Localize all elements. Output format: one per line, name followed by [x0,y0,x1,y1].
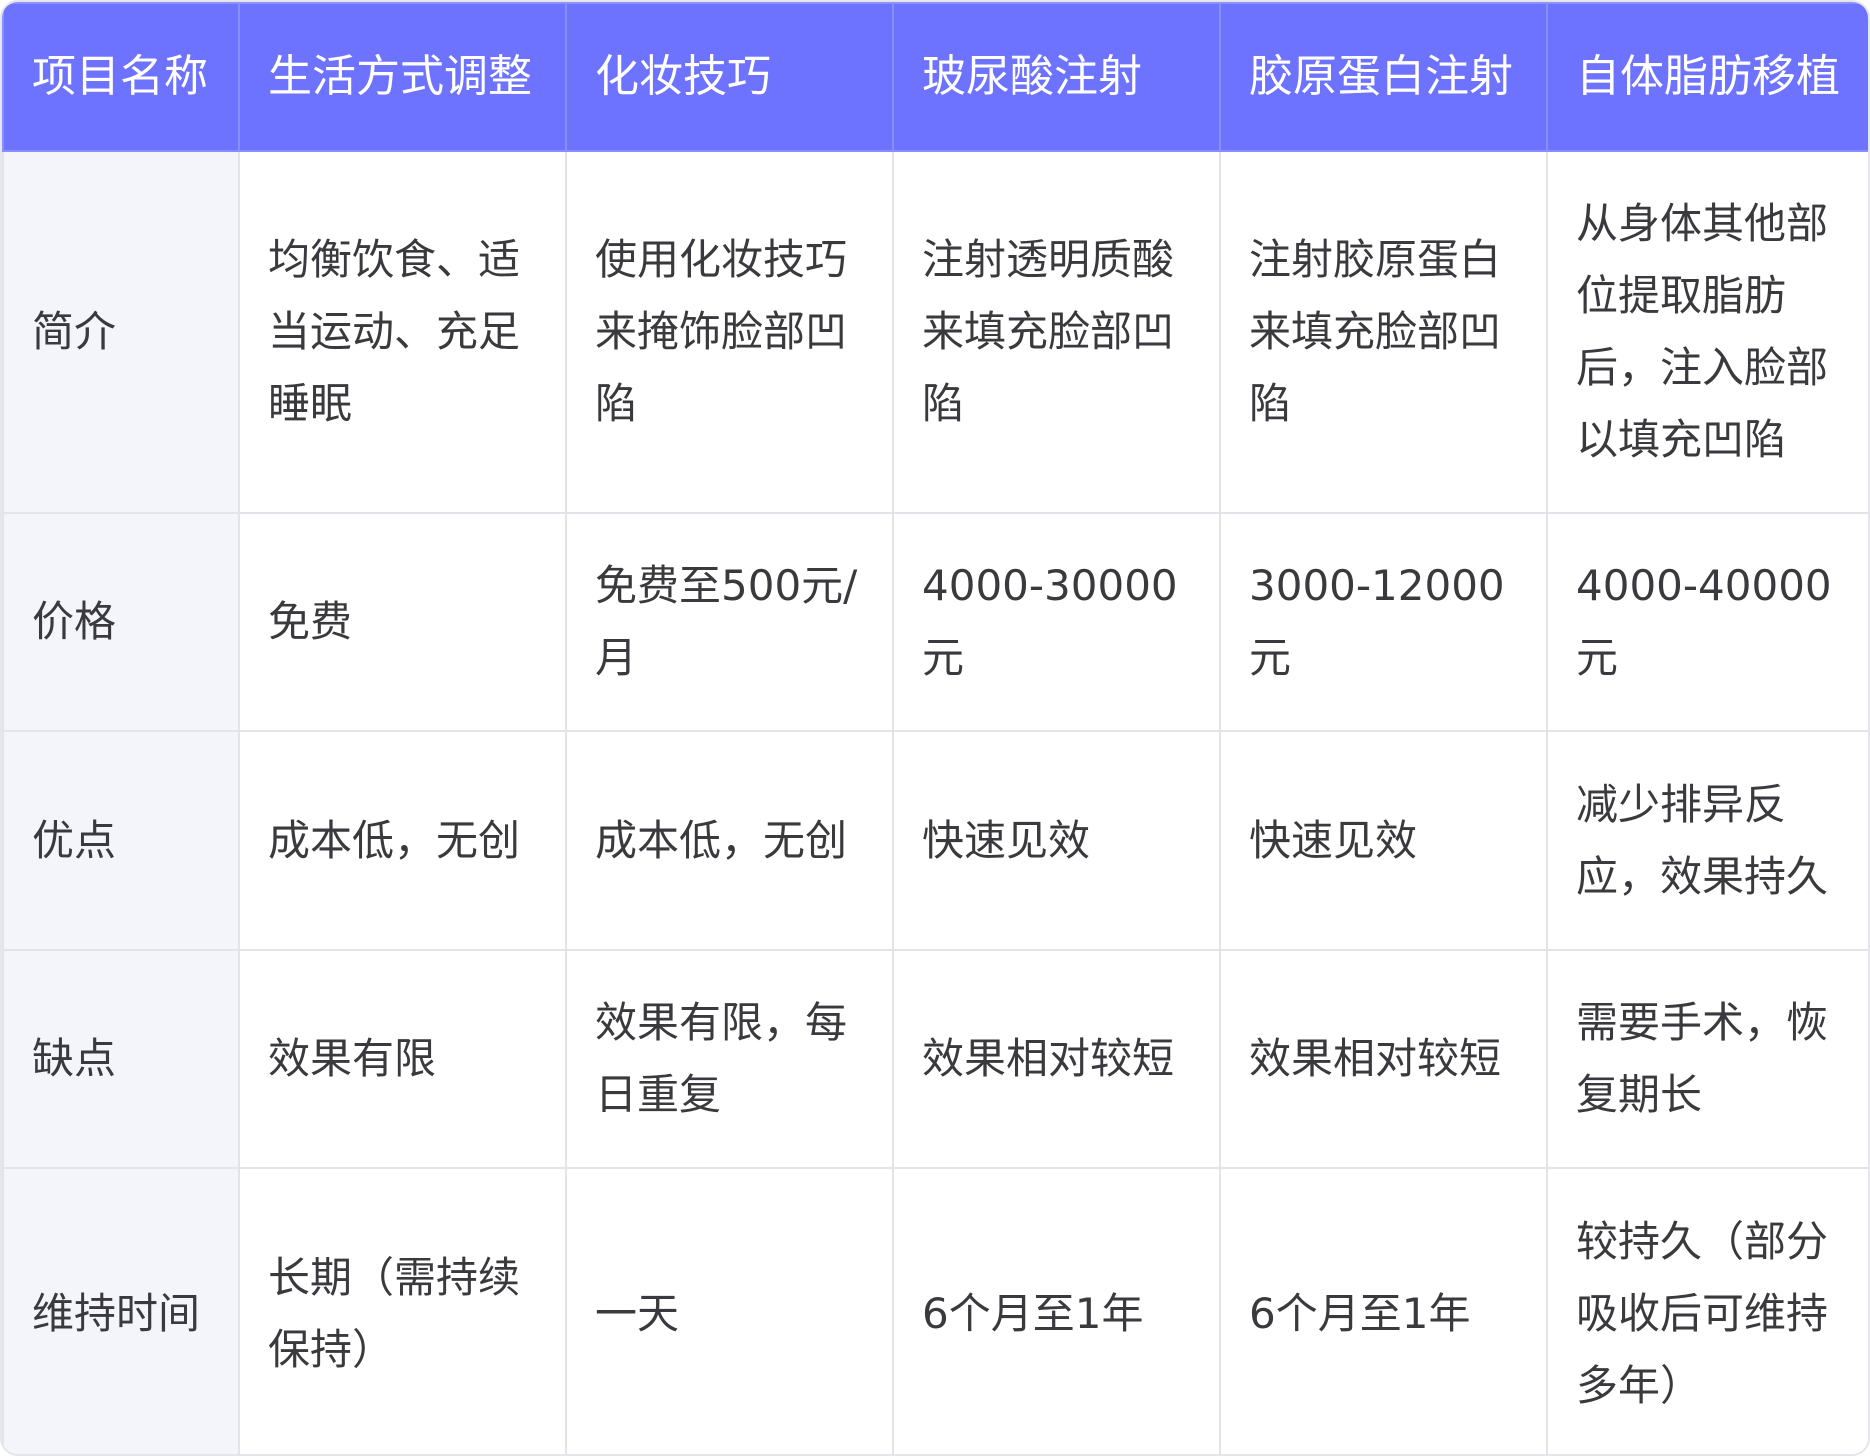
table-row: 简介 均衡饮食、适当运动、充足睡眠 使用化妆技巧来掩饰脸部凹陷 注射透明质酸来填… [2,150,1868,514]
table-cell: 注射胶原蛋白来填充脸部凹陷 [1219,150,1548,514]
row-label-price: 价格 [2,512,240,732]
header-cell-collagen: 胶原蛋白注射 [1219,2,1548,152]
table-cell: 快速见效 [1219,730,1548,951]
table-cell: 免费至500元/月 [565,512,894,732]
table-cell: 3000-12000元 [1219,512,1548,732]
table-cell: 免费 [238,512,567,732]
table-cell: 成本低，无创 [238,730,567,951]
row-label-pros: 优点 [2,730,240,951]
table-cell: 6个月至1年 [892,1167,1221,1454]
table-cell: 从身体其他部位提取脂肪后，注入脸部以填充凹陷 [1546,150,1868,514]
table-cell: 效果相对较短 [1219,949,1548,1169]
table-cell: 4000-30000元 [892,512,1221,732]
table-cell: 减少排异反应，效果持久 [1546,730,1868,951]
table-cell: 注射透明质酸来填充脸部凹陷 [892,150,1221,514]
table-cell: 使用化妆技巧来掩饰脸部凹陷 [565,150,894,514]
row-label-duration: 维持时间 [2,1167,240,1454]
table-cell: 均衡饮食、适当运动、充足睡眠 [238,150,567,514]
table-cell: 效果有限 [238,949,567,1169]
table-cell: 效果有限，每日重复 [565,949,894,1169]
comparison-table-container: 项目名称 生活方式调整 化妆技巧 玻尿酸注射 胶原蛋白注射 自体脂肪移植 简介 … [0,0,1870,1456]
table-cell: 6个月至1年 [1219,1167,1548,1454]
table-row: 维持时间 长期（需持续保持） 一天 6个月至1年 6个月至1年 较持久（部分吸收… [2,1167,1868,1454]
comparison-table: 项目名称 生活方式调整 化妆技巧 玻尿酸注射 胶原蛋白注射 自体脂肪移植 简介 … [2,2,1868,1454]
row-label-cons: 缺点 [2,949,240,1169]
header-cell-lifestyle: 生活方式调整 [238,2,567,152]
table-cell: 长期（需持续保持） [238,1167,567,1454]
header-cell-fat-graft: 自体脂肪移植 [1546,2,1868,152]
header-cell-item-name: 项目名称 [2,2,240,152]
table-row: 优点 成本低，无创 成本低，无创 快速见效 快速见效 减少排异反应，效果持久 [2,730,1868,951]
table-cell: 成本低，无创 [565,730,894,951]
table-row: 价格 免费 免费至500元/月 4000-30000元 3000-12000元 … [2,512,1868,732]
table-cell: 4000-40000元 [1546,512,1868,732]
row-label-intro: 简介 [2,150,240,514]
table-cell: 需要手术，恢复期长 [1546,949,1868,1169]
table-header-row: 项目名称 生活方式调整 化妆技巧 玻尿酸注射 胶原蛋白注射 自体脂肪移植 [2,2,1868,152]
header-cell-makeup: 化妆技巧 [565,2,894,152]
table-cell: 效果相对较短 [892,949,1221,1169]
table-cell: 一天 [565,1167,894,1454]
table-cell: 快速见效 [892,730,1221,951]
table-cell: 较持久（部分吸收后可维持多年） [1546,1167,1868,1454]
header-cell-hyaluronic: 玻尿酸注射 [892,2,1221,152]
table-row: 缺点 效果有限 效果有限，每日重复 效果相对较短 效果相对较短 需要手术，恢复期… [2,949,1868,1169]
